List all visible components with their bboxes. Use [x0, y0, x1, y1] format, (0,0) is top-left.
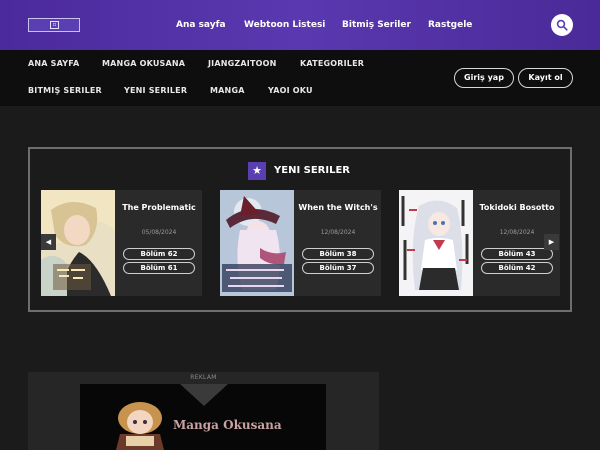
ad-brand-text: Manga Okusana	[173, 418, 282, 432]
chapter-button[interactable]: Bölüm 62	[123, 248, 195, 260]
series-card[interactable]: The Problematic 05/08/2024 Bölüm 62 Bölü…	[41, 190, 202, 296]
new-series-panel: ★ YENI SERILER The Problematic 05/08/202…	[28, 147, 572, 312]
chevron-left-icon: ◀	[45, 238, 52, 246]
chapter-button[interactable]: Bölüm 43	[481, 248, 553, 260]
search-button[interactable]	[551, 14, 573, 36]
subnav-jiangzaitoon[interactable]: JIANGZAITOON	[208, 58, 277, 70]
register-button[interactable]: Kayıt ol	[518, 68, 573, 88]
subnav-ana-sayfa[interactable]: ANA SAYFA	[28, 58, 79, 70]
secondary-nav: ANA SAYFA MANGA OKUSANA JIANGZAITOON KAT…	[0, 50, 600, 106]
chapter-button[interactable]: Bölüm 38	[302, 248, 374, 260]
login-button[interactable]: Giriş yap	[454, 68, 514, 88]
series-date: 12/08/2024	[320, 229, 356, 236]
search-icon	[556, 19, 568, 31]
chevron-right-icon: ▶	[548, 238, 555, 246]
series-cover[interactable]	[220, 190, 294, 296]
series-card[interactable]: When the Witch's 12/08/2024 Bölüm 38 Böl…	[220, 190, 381, 296]
series-card[interactable]: Tokidoki Bosotto 12/08/2024 Bölüm 43 Böl…	[399, 190, 560, 296]
nav-bitmis-seriler[interactable]: Bitmiş Seriler	[342, 17, 411, 33]
carousel-prev-button[interactable]: ◀	[41, 234, 56, 250]
subnav-kategoriler[interactable]: KATEGORILER	[300, 58, 364, 70]
chapter-button[interactable]: Bölüm 61	[123, 262, 195, 274]
chapter-button[interactable]: Bölüm 37	[302, 262, 374, 274]
ad-label: REKLAM	[190, 374, 217, 381]
nav-webtoon-listesi[interactable]: Webtoon Listesi	[244, 17, 325, 33]
ad-container: REKLAM Manga Okusana	[28, 372, 379, 450]
series-cover[interactable]	[399, 190, 473, 296]
subnav-manga[interactable]: MANGA	[210, 85, 245, 97]
subnav-yaoi-oku[interactable]: YAOI OKU	[268, 85, 313, 97]
top-header: ▫ Ana sayfa Webtoon Listesi Bitmiş Seril…	[0, 0, 600, 50]
mascot-image	[116, 402, 164, 450]
chapter-button[interactable]: Bölüm 42	[481, 262, 553, 274]
nav-ana-sayfa[interactable]: Ana sayfa	[176, 17, 226, 33]
ad-banner[interactable]: Manga Okusana	[80, 384, 326, 450]
ad-decoration	[180, 384, 228, 406]
series-date: 05/08/2024	[141, 229, 177, 236]
carousel-next-button[interactable]: ▶	[544, 234, 559, 250]
subnav-bitmis-seriler[interactable]: BITMIŞ SERILER	[28, 85, 102, 97]
series-title[interactable]: When the Witch's	[298, 203, 378, 213]
subnav-yeni-seriler[interactable]: YENI SERILER	[124, 85, 187, 97]
star-icon: ★	[248, 162, 266, 180]
series-title[interactable]: Tokidoki Bosotto	[477, 203, 557, 213]
series-title[interactable]: The Problematic	[119, 203, 199, 213]
panel-title: YENI SERILER	[274, 165, 351, 176]
nav-rastgele[interactable]: Rastgele	[428, 17, 472, 33]
subnav-manga-okusana[interactable]: MANGA OKUSANA	[102, 58, 185, 70]
top-nav: Ana sayfa Webtoon Listesi Bitmiş Seriler…	[0, 17, 600, 33]
panel-header: ★ YENI SERILER	[30, 162, 574, 180]
